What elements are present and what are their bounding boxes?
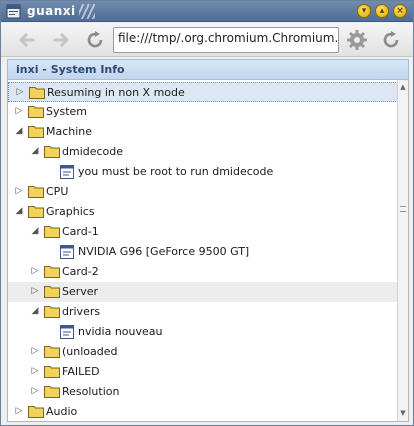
folder-icon [44,286,60,298]
expander-expanded-icon[interactable]: ◢ [14,206,24,216]
expander-expanded-icon[interactable]: ◢ [30,146,40,156]
expander-collapsed-icon[interactable]: ▷ [14,106,24,116]
folder-icon [28,106,44,118]
tree-row[interactable]: ▷ FAILED [8,362,398,382]
expander-expanded-icon[interactable]: ◢ [30,226,40,236]
tree-row[interactable]: ▷ Card-2 [8,262,398,282]
forward-arrow-icon[interactable] [49,28,73,52]
folder-icon [44,226,60,238]
tree-row[interactable]: ▷ Resolution [8,382,398,402]
tree-row[interactable]: ▷ CPU [8,182,398,202]
url-field[interactable]: file:///tmp/.org.chromium.Chromium. [113,27,339,53]
expander-collapsed-icon[interactable]: ▷ [30,386,40,396]
tree-row-label: Resuming in non X mode [47,86,185,99]
folder-icon [28,406,44,418]
refresh-icon[interactable] [379,28,403,52]
folder-icon [29,87,45,99]
document-icon [60,165,74,179]
tree-row[interactable]: ◢ dmidecode [8,142,398,162]
tree-row[interactable]: ▷ Audio [8,402,398,421]
expander-collapsed-icon[interactable]: ▷ [30,366,40,376]
tree-row-label: Graphics [46,205,95,218]
expander-collapsed-icon[interactable]: ▷ [30,286,40,296]
expander-collapsed-icon[interactable]: ▷ [30,266,40,276]
maximize-button[interactable]: ▴ [375,4,389,18]
tree-row[interactable]: ▷ System [8,102,398,122]
app-icon [6,4,21,19]
tree-row-label: FAILED [62,365,100,378]
folder-icon [28,126,44,138]
tree-row-label: Machine [46,125,93,138]
document-icon [60,325,74,339]
tree-row[interactable]: ▷ (unloaded [8,342,398,362]
title-decoration [79,4,95,19]
tree-row-label: Audio [46,405,78,418]
expander-expanded-icon[interactable]: ◢ [30,306,40,316]
close-button[interactable]: × [393,4,407,18]
document-icon [60,245,74,259]
expander-collapsed-icon[interactable]: ▷ [15,87,25,97]
minimize-button[interactable]: ▾ [357,4,371,18]
tree-row-label: Resolution [62,385,120,398]
expander-collapsed-icon[interactable]: ▷ [14,406,24,416]
tree-row-label: dmidecode [62,145,124,158]
tree-row[interactable]: ◢ Machine [8,122,398,142]
folder-icon [44,366,60,378]
reload-icon[interactable] [83,28,107,52]
folder-icon [44,146,60,158]
folder-icon [28,206,44,218]
tree-row-label: drivers [62,305,101,318]
tree-row-label: Server [62,285,99,298]
tree-row[interactable]: ▷ Resuming in non X mode [8,82,398,102]
tree-row-label: nvidia nouveau [78,325,163,338]
tree-row[interactable]: you must be root to run dmidecode [8,162,398,182]
title-bar[interactable]: guanxi ▾ ▴ × [1,1,413,22]
expander-collapsed-icon[interactable]: ▷ [14,186,24,196]
folder-icon [44,306,60,318]
scroll-down-icon[interactable]: ▼ [399,409,407,417]
app-window: guanxi ▾ ▴ × file:///tmp/.org.chromium.C… [0,0,414,426]
page-title: inxi - System Info [7,59,409,80]
tree-row[interactable]: ▷ Server [8,282,398,302]
tree-row-label: NVIDIA G96 [GeForce 9500 GT] [78,245,250,258]
tree-row-label: Card-1 [62,225,99,238]
expander-expanded-icon[interactable]: ◢ [14,126,24,136]
folder-icon [28,186,44,198]
folder-icon [44,266,60,278]
tree-row-label: you must be root to run dmidecode [78,165,274,178]
scroll-grip[interactable] [400,206,406,212]
folder-icon [44,346,60,358]
tree-row[interactable]: ◢ drivers [8,302,398,322]
gear-icon[interactable] [345,28,369,52]
tree-row-label: CPU [46,185,69,198]
vertical-scrollbar[interactable]: ▲ ▼ [397,80,408,421]
tree-row-label: System [46,105,88,118]
tree-row[interactable]: ◢ Card-1 [8,222,398,242]
tree-row-label: Card-2 [62,265,99,278]
tree-row-label: (unloaded [62,345,118,358]
tree-row[interactable]: nvidia nouveau [8,322,398,342]
folder-icon [44,386,60,398]
window-title: guanxi [27,4,76,18]
tree-row[interactable]: ◢ Graphics [8,202,398,222]
expander-collapsed-icon[interactable]: ▷ [30,346,40,356]
toolbar: file:///tmp/.org.chromium.Chromium. [1,23,413,57]
scroll-up-icon[interactable]: ▲ [399,83,407,91]
tree-view[interactable]: ▷ Resuming in non X mode ▷ System ◢ Mach… [7,80,409,422]
tree-row[interactable]: NVIDIA G96 [GeForce 9500 GT] [8,242,398,262]
back-arrow-icon[interactable] [15,28,39,52]
